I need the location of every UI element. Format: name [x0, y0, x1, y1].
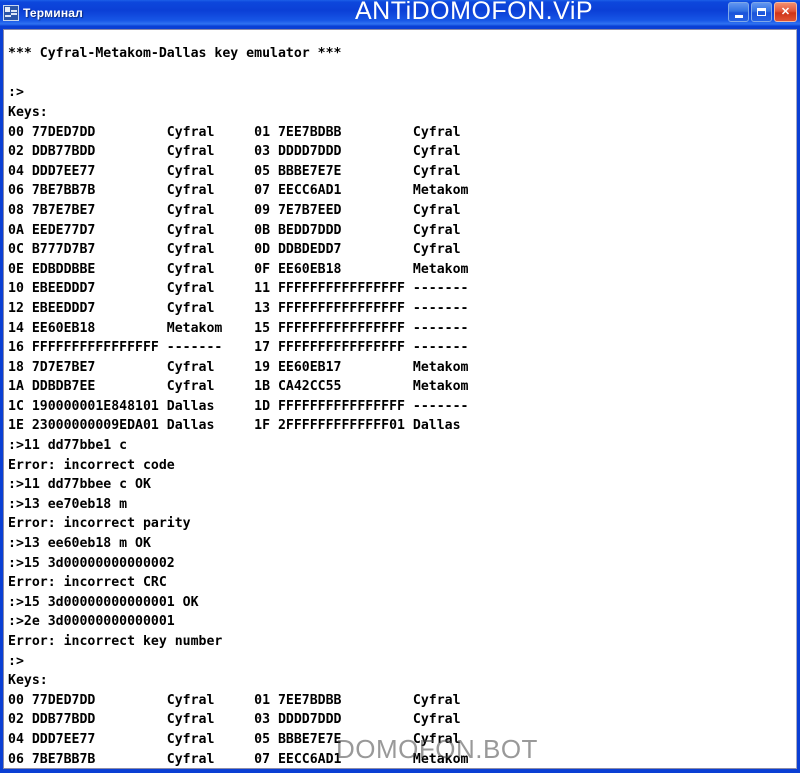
terminal-app-icon [3, 5, 19, 21]
minimize-button[interactable] [728, 2, 749, 22]
maximize-button[interactable] [751, 2, 772, 22]
terminal-window: Терминал ANTiDOMOFON.ViP ✕ *** Cyfral-Me… [0, 0, 800, 773]
maximize-icon [752, 3, 771, 21]
window-controls: ✕ [728, 2, 797, 22]
terminal-text: *** Cyfral-Metakom-Dallas key emulator *… [8, 46, 469, 767]
title-bar[interactable]: Терминал ANTiDOMOFON.ViP ✕ [0, 0, 800, 26]
close-button[interactable]: ✕ [774, 2, 797, 22]
window-title: Терминал [23, 6, 83, 20]
terminal-output-pane[interactable]: *** Cyfral-Metakom-Dallas key emulator *… [3, 29, 797, 769]
titlebar-watermark: ANTiDOMOFON.ViP [355, 0, 594, 25]
close-icon: ✕ [780, 5, 791, 18]
minimize-icon [729, 3, 748, 21]
window-client-area: *** Cyfral-Metakom-Dallas key emulator *… [0, 26, 800, 773]
